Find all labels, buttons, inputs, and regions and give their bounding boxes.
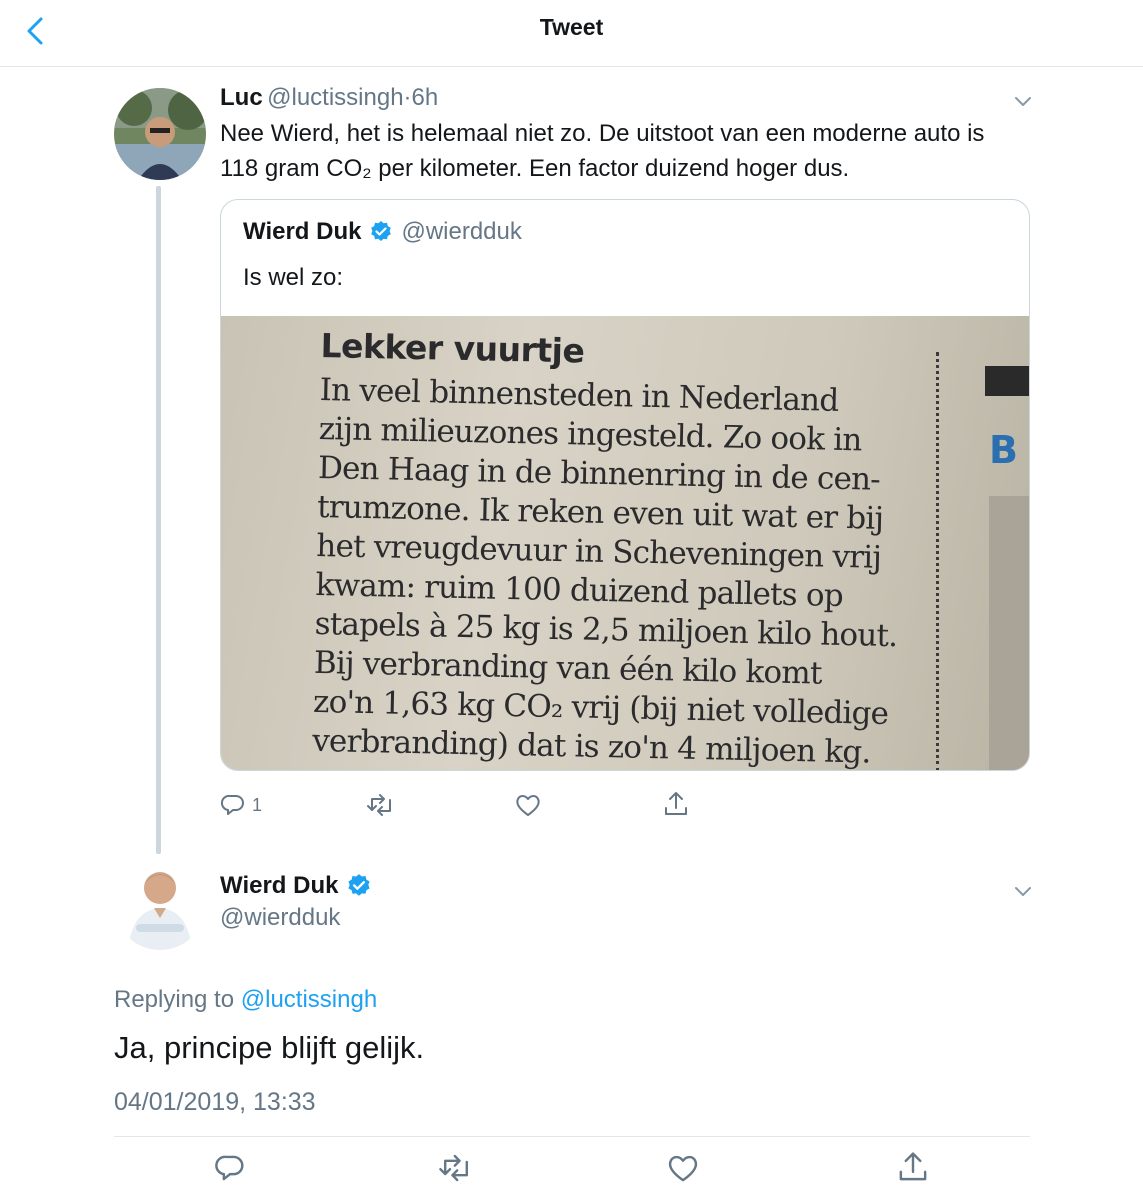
main-tweet-text: Ja, principe blijft gelijk. xyxy=(114,1030,425,1065)
heart-icon xyxy=(516,795,540,816)
quoted-author-handle: @wierdduk xyxy=(401,218,522,245)
author-handle[interactable]: @luctissingh xyxy=(267,84,403,111)
reply-button[interactable]: 1 xyxy=(220,792,262,818)
replying-prefix: Replying to xyxy=(114,986,235,1013)
retweet-icon xyxy=(439,1154,468,1182)
like-button[interactable] xyxy=(514,792,542,818)
clipping-heading: Lekker vuurtje xyxy=(320,326,585,371)
tweet-header: Luc @luctissingh·6h xyxy=(220,84,438,112)
replying-to: Replying to @luctissingh xyxy=(114,986,377,1014)
quoted-tweet-card[interactable]: Wierd Duk @wierdduk Is wel zo: Lekker vu… xyxy=(220,199,1030,771)
thread-connector xyxy=(156,186,161,854)
quoted-tweet-header: Wierd Duk @wierdduk xyxy=(243,218,522,246)
share-button[interactable] xyxy=(662,790,690,818)
clipping-side-shade xyxy=(989,496,1029,770)
top-bar: Tweet xyxy=(0,0,1143,67)
share-icon xyxy=(899,1152,927,1181)
retweet-button[interactable] xyxy=(366,792,396,818)
like-button[interactable] xyxy=(666,1152,700,1184)
tweet-text-line: Nee Wierd, het is helemaal niet zo. De u… xyxy=(220,120,985,147)
newspaper-clipping: Lekker vuurtje In veel binnensteden in N… xyxy=(312,326,921,770)
divider xyxy=(114,1136,1030,1137)
replying-to-link[interactable]: @luctissingh xyxy=(241,986,377,1013)
tweet-timestamp[interactable]: 04/01/2019, 13:33 xyxy=(114,1088,316,1117)
author-name[interactable]: Wierd Duk xyxy=(220,872,338,900)
verified-badge-icon xyxy=(371,221,392,241)
tweet-text: Nee Wierd, het is helemaal niet zo. De u… xyxy=(220,116,1040,186)
avatar[interactable] xyxy=(114,858,206,950)
chevron-left-icon xyxy=(27,17,43,45)
avatar[interactable] xyxy=(114,88,206,180)
reply-icon xyxy=(220,794,244,815)
chevron-down-icon xyxy=(1015,97,1031,106)
share-button[interactable] xyxy=(896,1150,930,1184)
quoted-tweet-image[interactable]: Lekker vuurtje In veel binnensteden in N… xyxy=(221,316,1029,770)
clipping-side-text: B xyxy=(989,428,1018,472)
tweet-text-line: 118 gram CO₂ per kilometer. Een factor d… xyxy=(220,155,850,182)
retweet-icon xyxy=(367,794,391,816)
clipping-block xyxy=(985,366,1029,396)
separator: · xyxy=(403,84,412,111)
heart-icon xyxy=(668,1155,698,1182)
quoted-tweet-text: Is wel zo: xyxy=(243,264,344,291)
tweet-time[interactable]: 6h xyxy=(412,84,439,111)
reply-count: 1 xyxy=(252,794,263,815)
column-divider xyxy=(936,352,939,770)
main-tweet-header: Wierd Duk xyxy=(220,872,372,900)
page-title: Tweet xyxy=(539,14,604,40)
back-button[interactable] xyxy=(22,14,52,48)
chevron-down-icon xyxy=(1015,887,1031,896)
retweet-button[interactable] xyxy=(438,1152,474,1184)
verified-badge-icon xyxy=(348,874,371,896)
author-handle[interactable]: @wierdduk xyxy=(220,904,340,932)
reply-icon xyxy=(215,1155,244,1181)
quoted-author-name: Wierd Duk xyxy=(243,218,362,245)
reply-button[interactable] xyxy=(214,1152,246,1184)
tweet-menu-button[interactable] xyxy=(1012,90,1034,112)
share-icon xyxy=(665,792,687,815)
tweet-menu-button[interactable] xyxy=(1012,880,1034,902)
author-name[interactable]: Luc xyxy=(220,84,263,111)
